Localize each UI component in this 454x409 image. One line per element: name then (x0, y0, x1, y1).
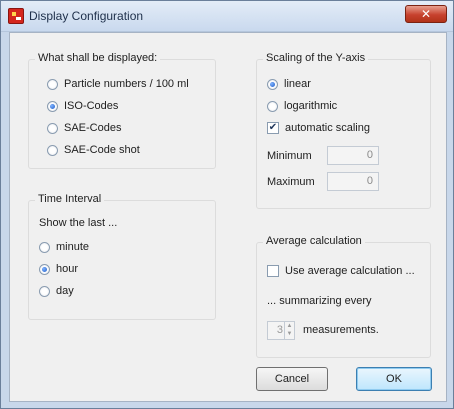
display-group: What shall be displayed: Particle number… (28, 52, 216, 169)
radio-iso-codes[interactable]: ISO-Codes (47, 100, 118, 112)
minimum-label: Minimum (267, 150, 312, 162)
app-icon (8, 8, 24, 24)
radio-sae-code-shot-label: SAE-Code shot (64, 144, 140, 156)
checkbox-check-icon[interactable]: ✔ (267, 122, 279, 134)
radio-day-label: day (56, 285, 74, 297)
radio-particle-numbers-label: Particle numbers / 100 ml (64, 78, 189, 90)
radio-hour-label: hour (56, 263, 79, 275)
stepper-up-icon[interactable]: ▲ (287, 323, 293, 329)
radio-day[interactable]: day (39, 285, 74, 297)
measurements-label: measurements. (303, 324, 379, 336)
cancel-button[interactable]: Cancel (256, 367, 328, 391)
close-icon: ✕ (420, 7, 432, 21)
radio-linear[interactable]: linear (267, 78, 311, 90)
use-average-check-box[interactable] (267, 265, 279, 277)
time-interval-group: Time Interval Show the last ... minute h… (28, 193, 216, 320)
dialog-body: What shall be displayed: Particle number… (9, 32, 447, 402)
use-average-checkbox[interactable]: Use average calculation ... (267, 265, 415, 277)
radio-particle-numbers-button[interactable] (47, 78, 58, 90)
average-calculation-group: Average calculation Use average calculat… (256, 235, 431, 358)
measurements-stepper[interactable]: 3 ▲ ▼ (267, 321, 295, 340)
radio-linear-button[interactable] (267, 78, 278, 90)
radio-minute-label: minute (56, 241, 90, 253)
maximum-field[interactable]: 0 (327, 172, 379, 191)
radio-sae-codes-button[interactable] (47, 122, 58, 134)
radio-minute-button[interactable] (39, 241, 50, 253)
time-interval-legend: Time Interval (35, 193, 105, 205)
dialog-window: Display Configuration ✕ What shall be di… (0, 0, 454, 409)
radio-sae-code-shot[interactable]: SAE-Code shot (47, 144, 140, 156)
maximum-label: Maximum (267, 176, 315, 188)
radio-sae-codes[interactable]: SAE-Codes (47, 122, 121, 134)
stepper-arrows-icon[interactable]: ▲ ▼ (284, 322, 294, 339)
automatic-scaling-checkbox[interactable]: ✔ automatic scaling (267, 122, 370, 134)
radio-logarithmic[interactable]: logarithmic (267, 100, 337, 112)
y-axis-scaling-legend: Scaling of the Y-axis (263, 52, 369, 64)
radio-hour[interactable]: hour (39, 263, 78, 275)
radio-iso-codes-button[interactable] (47, 100, 58, 112)
radio-sae-code-shot-button[interactable] (47, 144, 58, 156)
y-axis-scaling-group: Scaling of the Y-axis linear logarithmic… (256, 52, 431, 209)
close-button[interactable]: ✕ (405, 5, 447, 23)
ok-button[interactable]: OK (356, 367, 432, 391)
stepper-down-icon[interactable]: ▼ (287, 331, 293, 337)
minimum-field[interactable]: 0 (327, 146, 379, 165)
radio-sae-codes-label: SAE-Codes (64, 122, 122, 134)
radio-minute[interactable]: minute (39, 241, 89, 253)
time-interval-intro: Show the last ... (39, 217, 118, 229)
radio-logarithmic-label: logarithmic (284, 100, 338, 112)
window-title: Display Configuration (29, 9, 144, 23)
radio-hour-button[interactable] (39, 263, 50, 275)
title-bar[interactable]: Display Configuration ✕ (1, 1, 453, 32)
radio-iso-codes-label: ISO-Codes (64, 100, 119, 112)
use-average-label: Use average calculation ... (285, 265, 415, 277)
measurements-value: 3 (276, 324, 283, 336)
summarizing-text: ... summarizing every (267, 295, 372, 307)
average-calculation-legend: Average calculation (263, 235, 365, 247)
radio-linear-label: linear (284, 78, 311, 90)
automatic-scaling-label: automatic scaling (285, 122, 370, 134)
display-group-legend: What shall be displayed: (35, 52, 161, 64)
radio-particle-numbers[interactable]: Particle numbers / 100 ml (47, 78, 189, 90)
radio-logarithmic-button[interactable] (267, 100, 278, 112)
radio-day-button[interactable] (39, 285, 50, 297)
